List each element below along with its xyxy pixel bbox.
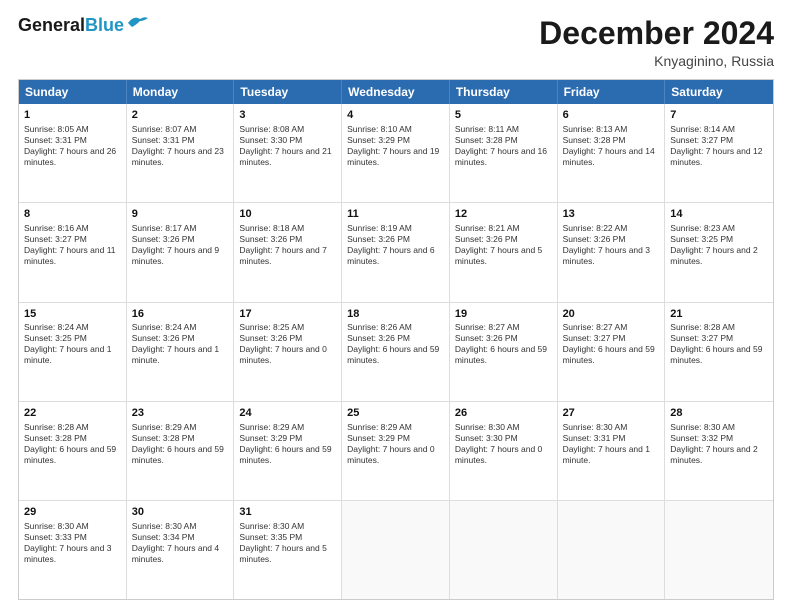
logo-general: General (18, 15, 85, 35)
cell-dec-25: 25 Sunrise: 8:29 AM Sunset: 3:29 PM Dayl… (342, 402, 450, 500)
logo-bird-icon (126, 15, 148, 31)
calendar-row-5: 29 Sunrise: 8:30 AM Sunset: 3:33 PM Dayl… (19, 500, 773, 599)
calendar-header: Sunday Monday Tuesday Wednesday Thursday… (19, 80, 773, 104)
cell-dec-30: 30 Sunrise: 8:30 AM Sunset: 3:34 PM Dayl… (127, 501, 235, 599)
cell-dec-8: 8 Sunrise: 8:16 AM Sunset: 3:27 PM Dayli… (19, 203, 127, 301)
cell-dec-4: 4 Sunrise: 8:10 AM Sunset: 3:29 PM Dayli… (342, 104, 450, 202)
month-title: December 2024 (539, 16, 774, 51)
header-wednesday: Wednesday (342, 80, 450, 104)
title-block: December 2024 Knyaginino, Russia (539, 16, 774, 69)
cell-empty-3 (558, 501, 666, 599)
cell-dec-19: 19 Sunrise: 8:27 AM Sunset: 3:26 PM Dayl… (450, 303, 558, 401)
cell-dec-1: 1 Sunrise: 8:05 AM Sunset: 3:31 PM Dayli… (19, 104, 127, 202)
cell-dec-17: 17 Sunrise: 8:25 AM Sunset: 3:26 PM Dayl… (234, 303, 342, 401)
cell-dec-22: 22 Sunrise: 8:28 AM Sunset: 3:28 PM Dayl… (19, 402, 127, 500)
cell-dec-21: 21 Sunrise: 8:28 AM Sunset: 3:27 PM Dayl… (665, 303, 773, 401)
header-tuesday: Tuesday (234, 80, 342, 104)
cell-empty-1 (342, 501, 450, 599)
header-thursday: Thursday (450, 80, 558, 104)
logo-blue: Blue (85, 15, 124, 35)
cell-dec-12: 12 Sunrise: 8:21 AM Sunset: 3:26 PM Dayl… (450, 203, 558, 301)
cell-empty-2 (450, 501, 558, 599)
cell-dec-6: 6 Sunrise: 8:13 AM Sunset: 3:28 PM Dayli… (558, 104, 666, 202)
calendar-row-4: 22 Sunrise: 8:28 AM Sunset: 3:28 PM Dayl… (19, 401, 773, 500)
cell-dec-31: 31 Sunrise: 8:30 AM Sunset: 3:35 PM Dayl… (234, 501, 342, 599)
cell-dec-23: 23 Sunrise: 8:29 AM Sunset: 3:28 PM Dayl… (127, 402, 235, 500)
cell-dec-13: 13 Sunrise: 8:22 AM Sunset: 3:26 PM Dayl… (558, 203, 666, 301)
cell-dec-15: 15 Sunrise: 8:24 AM Sunset: 3:25 PM Dayl… (19, 303, 127, 401)
calendar-row-2: 8 Sunrise: 8:16 AM Sunset: 3:27 PM Dayli… (19, 202, 773, 301)
cell-dec-14: 14 Sunrise: 8:23 AM Sunset: 3:25 PM Dayl… (665, 203, 773, 301)
cell-dec-9: 9 Sunrise: 8:17 AM Sunset: 3:26 PM Dayli… (127, 203, 235, 301)
cell-dec-24: 24 Sunrise: 8:29 AM Sunset: 3:29 PM Dayl… (234, 402, 342, 500)
header-monday: Monday (127, 80, 235, 104)
cell-empty-4 (665, 501, 773, 599)
cell-dec-27: 27 Sunrise: 8:30 AM Sunset: 3:31 PM Dayl… (558, 402, 666, 500)
cell-dec-2: 2 Sunrise: 8:07 AM Sunset: 3:31 PM Dayli… (127, 104, 235, 202)
calendar-row-3: 15 Sunrise: 8:24 AM Sunset: 3:25 PM Dayl… (19, 302, 773, 401)
page-header: GeneralBlue December 2024 Knyaginino, Ru… (18, 16, 774, 69)
cell-dec-26: 26 Sunrise: 8:30 AM Sunset: 3:30 PM Dayl… (450, 402, 558, 500)
logo: GeneralBlue (18, 16, 148, 36)
calendar-row-1: 1 Sunrise: 8:05 AM Sunset: 3:31 PM Dayli… (19, 104, 773, 202)
cell-dec-29: 29 Sunrise: 8:30 AM Sunset: 3:33 PM Dayl… (19, 501, 127, 599)
cell-dec-10: 10 Sunrise: 8:18 AM Sunset: 3:26 PM Dayl… (234, 203, 342, 301)
cell-dec-28: 28 Sunrise: 8:30 AM Sunset: 3:32 PM Dayl… (665, 402, 773, 500)
cell-dec-18: 18 Sunrise: 8:26 AM Sunset: 3:26 PM Dayl… (342, 303, 450, 401)
cell-dec-16: 16 Sunrise: 8:24 AM Sunset: 3:26 PM Dayl… (127, 303, 235, 401)
cell-dec-11: 11 Sunrise: 8:19 AM Sunset: 3:26 PM Dayl… (342, 203, 450, 301)
cell-dec-20: 20 Sunrise: 8:27 AM Sunset: 3:27 PM Dayl… (558, 303, 666, 401)
calendar: Sunday Monday Tuesday Wednesday Thursday… (18, 79, 774, 600)
header-sunday: Sunday (19, 80, 127, 104)
cell-dec-5: 5 Sunrise: 8:11 AM Sunset: 3:28 PM Dayli… (450, 104, 558, 202)
calendar-body: 1 Sunrise: 8:05 AM Sunset: 3:31 PM Dayli… (19, 104, 773, 599)
header-saturday: Saturday (665, 80, 773, 104)
header-friday: Friday (558, 80, 666, 104)
location: Knyaginino, Russia (539, 53, 774, 69)
cell-dec-3: 3 Sunrise: 8:08 AM Sunset: 3:30 PM Dayli… (234, 104, 342, 202)
cell-dec-7: 7 Sunrise: 8:14 AM Sunset: 3:27 PM Dayli… (665, 104, 773, 202)
